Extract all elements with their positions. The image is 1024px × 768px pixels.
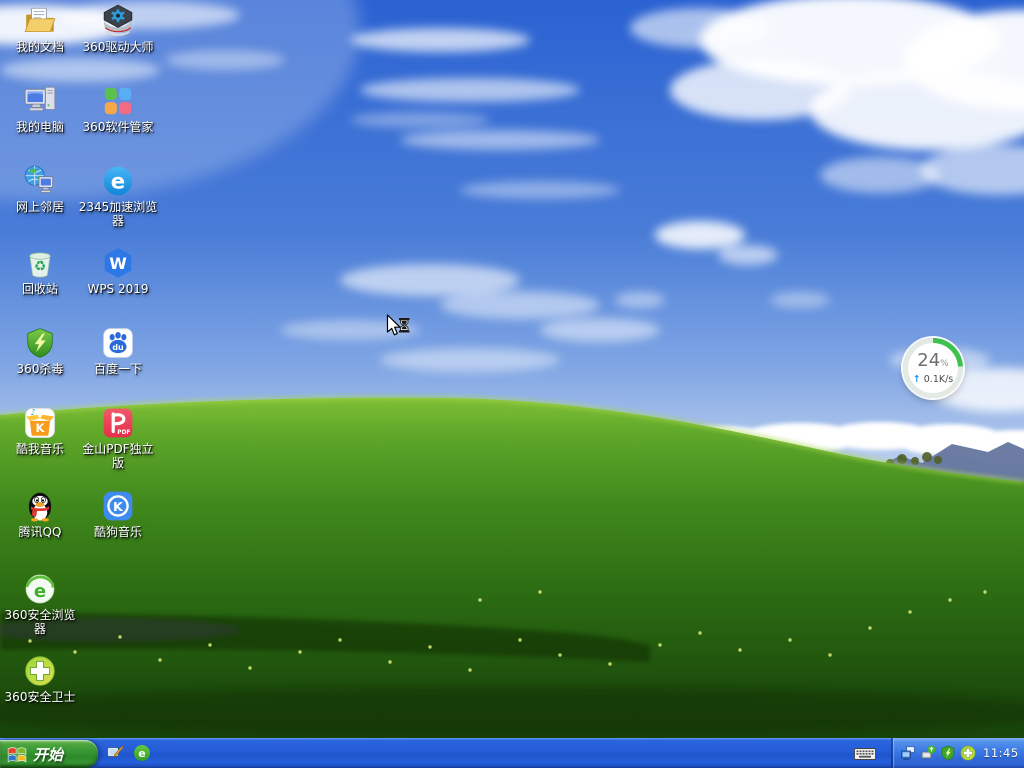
usb-device-icon[interactable] [920, 745, 936, 761]
desktop-icon-label: 360安全卫士 [4, 690, 76, 704]
360-safety-guard-icon [25, 656, 55, 686]
desktop-icon-label: 我的电脑 [15, 120, 64, 134]
wps-w-glyph: W [109, 254, 127, 273]
360-e-glyph: e [34, 581, 46, 602]
desktop-icon-360-driver-master[interactable]: 360驱动大师 [78, 4, 158, 54]
my-documents-icon [24, 7, 56, 33]
baidu-paw-icon: du [103, 328, 133, 358]
desktop-icon-360-safe-browser[interactable]: e 360安全浏览器 [0, 572, 80, 636]
pdf-glyph: PDF [117, 430, 130, 436]
taskbar: 开始 e 11:45 [0, 738, 1024, 768]
upload-arrow-icon: ↑ [912, 373, 921, 385]
taskbar-clock[interactable]: 11:45 [983, 746, 1019, 760]
network-connection-icon[interactable] [900, 745, 916, 761]
desktop-icon-my-documents[interactable]: 我的文档 [0, 4, 80, 54]
desktop-icon-network-places[interactable]: 网上邻居 [0, 164, 80, 214]
input-method-button[interactable] [854, 738, 876, 768]
network-places-icon [24, 165, 54, 193]
baidu-du-glyph: du [112, 343, 123, 352]
recycle-glyph: ♻ [34, 258, 46, 274]
desktop: 我的文档 我的电脑 网上邻居 ♻ 回收站 360杀毒 K ♪ 酷我音乐 腾讯QQ… [0, 0, 1024, 768]
360-antivirus-shield-icon [27, 328, 53, 358]
desktop-icon-label: 360驱动大师 [82, 40, 154, 54]
show-desktop-icon [107, 745, 124, 758]
2345-e-glyph: e [111, 169, 125, 194]
desktop-icon-label: 网上邻居 [15, 200, 64, 214]
kugou-k-glyph: K [113, 500, 124, 515]
kuwo-music-icon: K ♪ [25, 408, 55, 438]
music-note-glyph: ♪ [30, 408, 35, 418]
quick-e-glyph: e [138, 747, 145, 760]
desktop-icon-label: 360软件管家 [82, 120, 154, 134]
tencent-qq-penguin-icon [28, 492, 52, 522]
widget-percent-unit: % [940, 358, 949, 369]
desktop-icon-label: WPS 2019 [87, 282, 149, 296]
desktop-icon-wps-2019[interactable]: W WPS 2019 [78, 246, 158, 296]
desktop-icon-recycle-bin[interactable]: ♻ 回收站 [0, 246, 80, 296]
start-button[interactable]: 开始 [0, 740, 98, 768]
quick-launch-360-browser-button[interactable]: e [133, 744, 151, 762]
widget-speed: 0.1K/s [923, 373, 954, 385]
desktop-icon-label: 酷狗音乐 [93, 525, 142, 539]
360-safe-browser-icon: e [25, 574, 55, 604]
desktop-icon-baidu[interactable]: du 百度一下 [78, 326, 158, 376]
recycle-bin-icon: ♻ [29, 252, 51, 278]
kuwo-k-glyph: K [35, 421, 45, 435]
desktop-icon-2345-browser[interactable]: e 2345加速浏览器 [78, 164, 158, 228]
network-speed-widget[interactable]: 24% ↑ 0.1K/s [903, 338, 963, 398]
desktop-icon-label: 我的文档 [15, 40, 64, 54]
2345-browser-icon: e [103, 166, 133, 196]
widget-percent: 24 [917, 349, 941, 371]
desktop-icon-kugou-music[interactable]: K 酷狗音乐 [78, 489, 158, 539]
360-software-manager-icon [104, 87, 132, 115]
desktop-icon-kingsoft-pdf[interactable]: PDF 金山PDF独立版 [78, 406, 158, 470]
my-computer-icon [24, 86, 56, 111]
desktop-icon-my-computer[interactable]: 我的电脑 [0, 84, 80, 134]
kingsoft-pdf-icon: PDF [103, 408, 133, 438]
windows-logo-icon [7, 746, 27, 762]
desktop-icon-360-software-manager[interactable]: 360软件管家 [78, 84, 158, 134]
360-guard-tray-icon[interactable] [960, 745, 976, 761]
start-button-label: 开始 [33, 745, 64, 764]
desktop-icon-tencent-qq[interactable]: 腾讯QQ [0, 489, 80, 539]
desktop-icon-label: 金山PDF独立版 [82, 442, 154, 470]
system-tray: 11:45 [891, 738, 1024, 768]
desktop-icon-label: 腾讯QQ [18, 525, 62, 539]
360-browser-quick-icon: e [134, 745, 150, 761]
360-driver-master-icon [103, 4, 133, 36]
show-desktop-button[interactable] [106, 744, 124, 762]
antivirus-shield-tray-icon[interactable] [940, 745, 956, 761]
desktop-icon-360-antivirus[interactable]: 360杀毒 [0, 326, 80, 376]
quick-launch: e [106, 738, 151, 768]
desktop-icon-label: 百度一下 [93, 362, 142, 376]
desktop-icon-kuwo-music[interactable]: K ♪ 酷我音乐 [0, 406, 80, 456]
desktop-icon-label: 酷我音乐 [15, 442, 64, 456]
mouse-cursor-busy [386, 314, 410, 336]
desktop-icon-360-safety-guard[interactable]: 360安全卫士 [0, 654, 80, 704]
desktop-icon-label: 2345加速浏览器 [78, 200, 158, 228]
keyboard-icon [854, 747, 876, 760]
desktop-icon-label: 360杀毒 [16, 362, 64, 376]
progress-ring: 24% ↑ 0.1K/s [903, 338, 963, 398]
desktop-icon-label: 360安全浏览器 [4, 608, 76, 636]
kugou-music-icon: K [103, 491, 133, 521]
desktop-icon-label: 回收站 [21, 282, 58, 296]
wps-2019-icon: W [104, 248, 132, 278]
